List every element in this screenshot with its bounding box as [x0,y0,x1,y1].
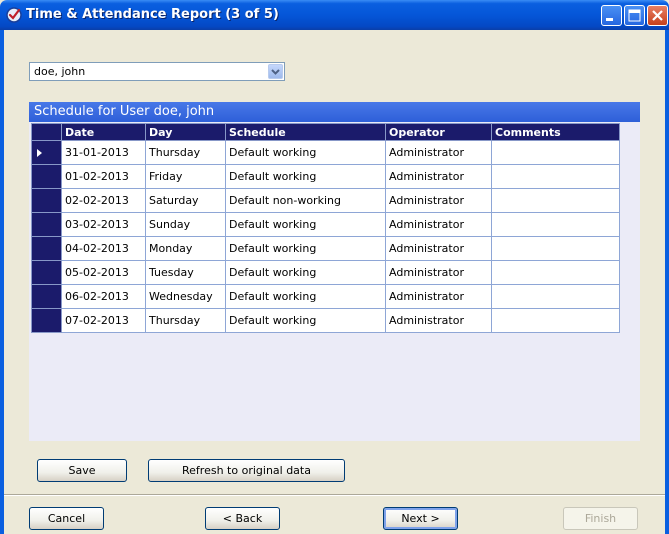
row-selector[interactable] [31,260,62,285]
minimize-icon [606,18,613,21]
row-selector[interactable] [31,212,62,237]
column-header-day[interactable]: Day [145,123,226,141]
close-button[interactable] [647,5,668,26]
user-dropdown-value: doe, john [34,65,86,78]
cell-schedule[interactable]: Default working [225,284,386,309]
grid-corner [31,123,62,141]
cell-operator[interactable]: Administrator [385,212,492,237]
row-selector[interactable] [31,236,62,261]
window-title: Time & Attendance Report (3 of 5) [26,7,279,22]
cell-date[interactable]: 03-02-2013 [61,212,146,237]
app-check-icon [6,7,22,23]
column-header-operator[interactable]: Operator [385,123,492,141]
window-frame-right [665,30,669,534]
title-bar[interactable]: Time & Attendance Report (3 of 5) [0,0,669,30]
cell-comments[interactable] [491,308,620,333]
cell-date[interactable]: 02-02-2013 [61,188,146,213]
row-selector[interactable] [31,308,62,333]
cell-date[interactable]: 05-02-2013 [61,260,146,285]
cell-schedule[interactable]: Default non-working [225,188,386,213]
window-frame-left [0,30,4,534]
table-row[interactable]: 06-02-2013 Wednesday Default working Adm… [31,284,620,309]
minimize-button[interactable] [601,5,622,26]
cell-day[interactable]: Friday [145,164,226,189]
cell-date[interactable]: 04-02-2013 [61,236,146,261]
chevron-down-icon [271,69,280,75]
column-header-date[interactable]: Date [61,123,146,141]
schedule-grid[interactable]: Date Day Schedule Operator Comments 31-0… [31,123,620,333]
row-selector[interactable] [31,140,62,165]
cell-date[interactable]: 31-01-2013 [61,140,146,165]
column-header-schedule[interactable]: Schedule [225,123,386,141]
divider [4,494,665,496]
cell-schedule[interactable]: Default working [225,212,386,237]
cell-comments[interactable] [491,284,620,309]
save-button[interactable]: Save [37,459,127,482]
cell-schedule[interactable]: Default working [225,140,386,165]
cell-operator[interactable]: Administrator [385,236,492,261]
cell-comments[interactable] [491,236,620,261]
table-row[interactable]: 05-02-2013 Tuesday Default working Admin… [31,260,620,285]
cell-operator[interactable]: Administrator [385,308,492,333]
cell-date[interactable]: 06-02-2013 [61,284,146,309]
cell-comments[interactable] [491,212,620,237]
next-button[interactable]: Next > [383,507,458,530]
table-row[interactable]: 04-02-2013 Monday Default working Admini… [31,236,620,261]
maximize-icon [628,9,641,22]
finish-button[interactable]: Finish [563,507,638,530]
cell-date[interactable]: 07-02-2013 [61,308,146,333]
schedule-panel: Schedule for User doe, john Date Day Sch… [29,102,640,441]
table-row[interactable]: 31-01-2013 Thursday Default working Admi… [31,140,620,165]
cell-day[interactable]: Wednesday [145,284,226,309]
cancel-button[interactable]: Cancel [29,507,104,530]
row-selector[interactable] [31,188,62,213]
cell-schedule[interactable]: Default working [225,260,386,285]
back-button[interactable]: < Back [205,507,280,530]
row-pointer-icon [37,148,42,157]
cell-day[interactable]: Thursday [145,140,226,165]
cell-schedule[interactable]: Default working [225,308,386,333]
column-header-comments[interactable]: Comments [491,123,620,141]
table-row[interactable]: 02-02-2013 Saturday Default non-working … [31,188,620,213]
cell-day[interactable]: Saturday [145,188,226,213]
cell-operator[interactable]: Administrator [385,284,492,309]
dropdown-arrow-button[interactable] [268,64,283,79]
table-row[interactable]: 01-02-2013 Friday Default working Admini… [31,164,620,189]
cell-operator[interactable]: Administrator [385,260,492,285]
cell-date[interactable]: 01-02-2013 [61,164,146,189]
user-dropdown[interactable]: doe, john [29,62,285,81]
cell-day[interactable]: Monday [145,236,226,261]
row-selector[interactable] [31,284,62,309]
cell-comments[interactable] [491,260,620,285]
cell-operator[interactable]: Administrator [385,188,492,213]
cell-operator[interactable]: Administrator [385,164,492,189]
schedule-panel-header: Schedule for User doe, john [29,102,640,122]
cell-schedule[interactable]: Default working [225,164,386,189]
cell-operator[interactable]: Administrator [385,140,492,165]
cell-day[interactable]: Sunday [145,212,226,237]
cell-comments[interactable] [491,164,620,189]
table-row[interactable]: 07-02-2013 Thursday Default working Admi… [31,308,620,333]
table-row[interactable]: 03-02-2013 Sunday Default working Admini… [31,212,620,237]
cell-schedule[interactable]: Default working [225,236,386,261]
cell-day[interactable]: Thursday [145,308,226,333]
cell-comments[interactable] [491,188,620,213]
maximize-button[interactable] [624,5,645,26]
cell-day[interactable]: Tuesday [145,260,226,285]
refresh-button[interactable]: Refresh to original data [148,459,345,482]
close-icon [652,10,663,21]
grid-header-row: Date Day Schedule Operator Comments [31,123,620,141]
row-selector[interactable] [31,164,62,189]
cell-comments[interactable] [491,140,620,165]
